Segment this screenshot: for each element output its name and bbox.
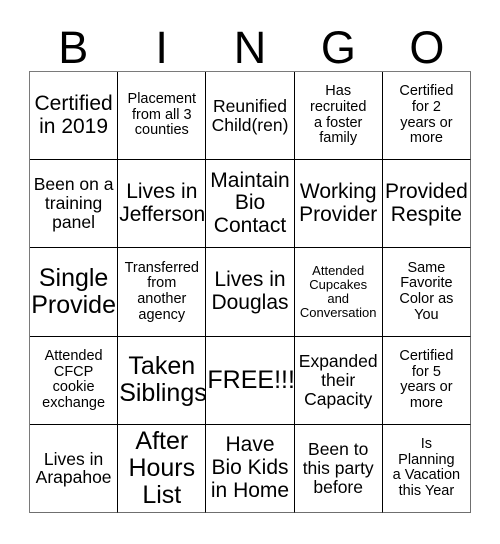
bingo-header-letter-g: G xyxy=(320,22,356,73)
bingo-cell[interactable]: FREE!!! xyxy=(206,336,295,425)
bingo-cell-label: Certified for 5 years or more xyxy=(399,347,454,411)
bingo-cell-label: Been on a training panel xyxy=(33,174,114,233)
bingo-cell[interactable]: Same Favorite Color as You xyxy=(382,248,471,337)
bingo-cell[interactable]: Attended CFCP cookie exchange xyxy=(30,336,119,425)
bingo-cell-label: After Hours List xyxy=(128,426,196,509)
bingo-cell-label: Placement from all 3 counties xyxy=(127,91,197,139)
bingo-cell[interactable]: Provided Respite xyxy=(382,160,471,249)
bingo-cell-label: Working Provider xyxy=(299,180,378,226)
bingo-cell[interactable]: Taken Siblings xyxy=(118,336,207,425)
bingo-cell-label: Attended CFCP cookie exchange xyxy=(42,347,106,411)
bingo-cell-label: Lives in Jefferson xyxy=(119,180,206,226)
bingo-cell-label: Lives in Douglas xyxy=(211,268,289,314)
bingo-cell[interactable]: Certified in 2019 xyxy=(30,72,119,161)
bingo-cell[interactable]: After Hours List xyxy=(118,424,207,513)
bingo-cell-label: Has recruited a foster family xyxy=(309,83,367,147)
bingo-cell-label: Been to this party before xyxy=(302,439,374,497)
bingo-cell[interactable]: Placement from all 3 counties xyxy=(118,72,207,161)
bingo-cell[interactable]: Reunified Child(ren) xyxy=(206,72,295,161)
bingo-header-letter-i: I xyxy=(155,22,168,73)
bingo-header-letter-n: N xyxy=(233,22,267,73)
bingo-cell[interactable]: Transferred from another agency xyxy=(118,248,207,337)
bingo-card: B I N G O Certified in 2019 Placement fro… xyxy=(0,0,500,544)
bingo-cell-label: Reunified Child(ren) xyxy=(211,95,289,135)
bingo-cell[interactable]: Has recruited a foster family xyxy=(294,72,383,161)
bingo-header-row: B I N G O xyxy=(29,14,471,70)
bingo-cell[interactable]: Single Provide xyxy=(30,248,119,337)
bingo-cell[interactable]: Been on a training panel xyxy=(30,160,119,249)
bingo-cell[interactable]: Certified for 5 years or more xyxy=(382,336,471,425)
bingo-cell-label: Lives in Arapahoe xyxy=(35,448,112,488)
bingo-cell-label: FREE!!! xyxy=(207,365,295,394)
bingo-cell-label: Same Favorite Color as You xyxy=(399,259,454,323)
bingo-cell[interactable]: Lives in Arapahoe xyxy=(30,424,119,513)
bingo-cell-label: Is Planning a Vacation this Year xyxy=(392,436,461,500)
bingo-cell-label: Transferred from another agency xyxy=(124,259,199,323)
bingo-cell[interactable]: Is Planning a Vacation this Year xyxy=(382,424,471,513)
bingo-cell[interactable]: Maintain Bio Contact xyxy=(206,160,295,249)
bingo-cell[interactable]: Have Bio Kids in Home xyxy=(206,424,295,513)
bingo-header-letter-o: O xyxy=(409,22,445,73)
bingo-cell-label: Taken Siblings xyxy=(119,352,207,408)
bingo-cell-label: Certified for 2 years or more xyxy=(399,83,454,147)
bingo-cell[interactable]: Certified for 2 years or more xyxy=(382,72,471,161)
bingo-cell-label: Attended Cupcakes and Conversation xyxy=(299,262,377,321)
bingo-cell-label: Single Provide xyxy=(31,263,116,319)
bingo-cell[interactable]: Attended Cupcakes and Conversation xyxy=(294,248,383,337)
bingo-cell[interactable]: Expanded their Capacity xyxy=(294,336,383,425)
bingo-cell-label: Have Bio Kids in Home xyxy=(210,433,290,502)
bingo-cell[interactable]: Working Provider xyxy=(294,160,383,249)
bingo-cell-label: Maintain Bio Contact xyxy=(210,168,290,238)
bingo-cell-label: Expanded their Capacity xyxy=(298,350,378,409)
bingo-cell-label: Provided Respite xyxy=(384,180,468,226)
bingo-cell-label: Certified in 2019 xyxy=(34,91,113,138)
bingo-grid: Certified in 2019 Placement from all 3 co… xyxy=(29,71,471,513)
bingo-cell[interactable]: Lives in Jefferson xyxy=(118,160,207,249)
bingo-header-letter-b: B xyxy=(58,22,89,73)
bingo-cell[interactable]: Lives in Douglas xyxy=(206,248,295,337)
bingo-cell[interactable]: Been to this party before xyxy=(294,424,383,513)
